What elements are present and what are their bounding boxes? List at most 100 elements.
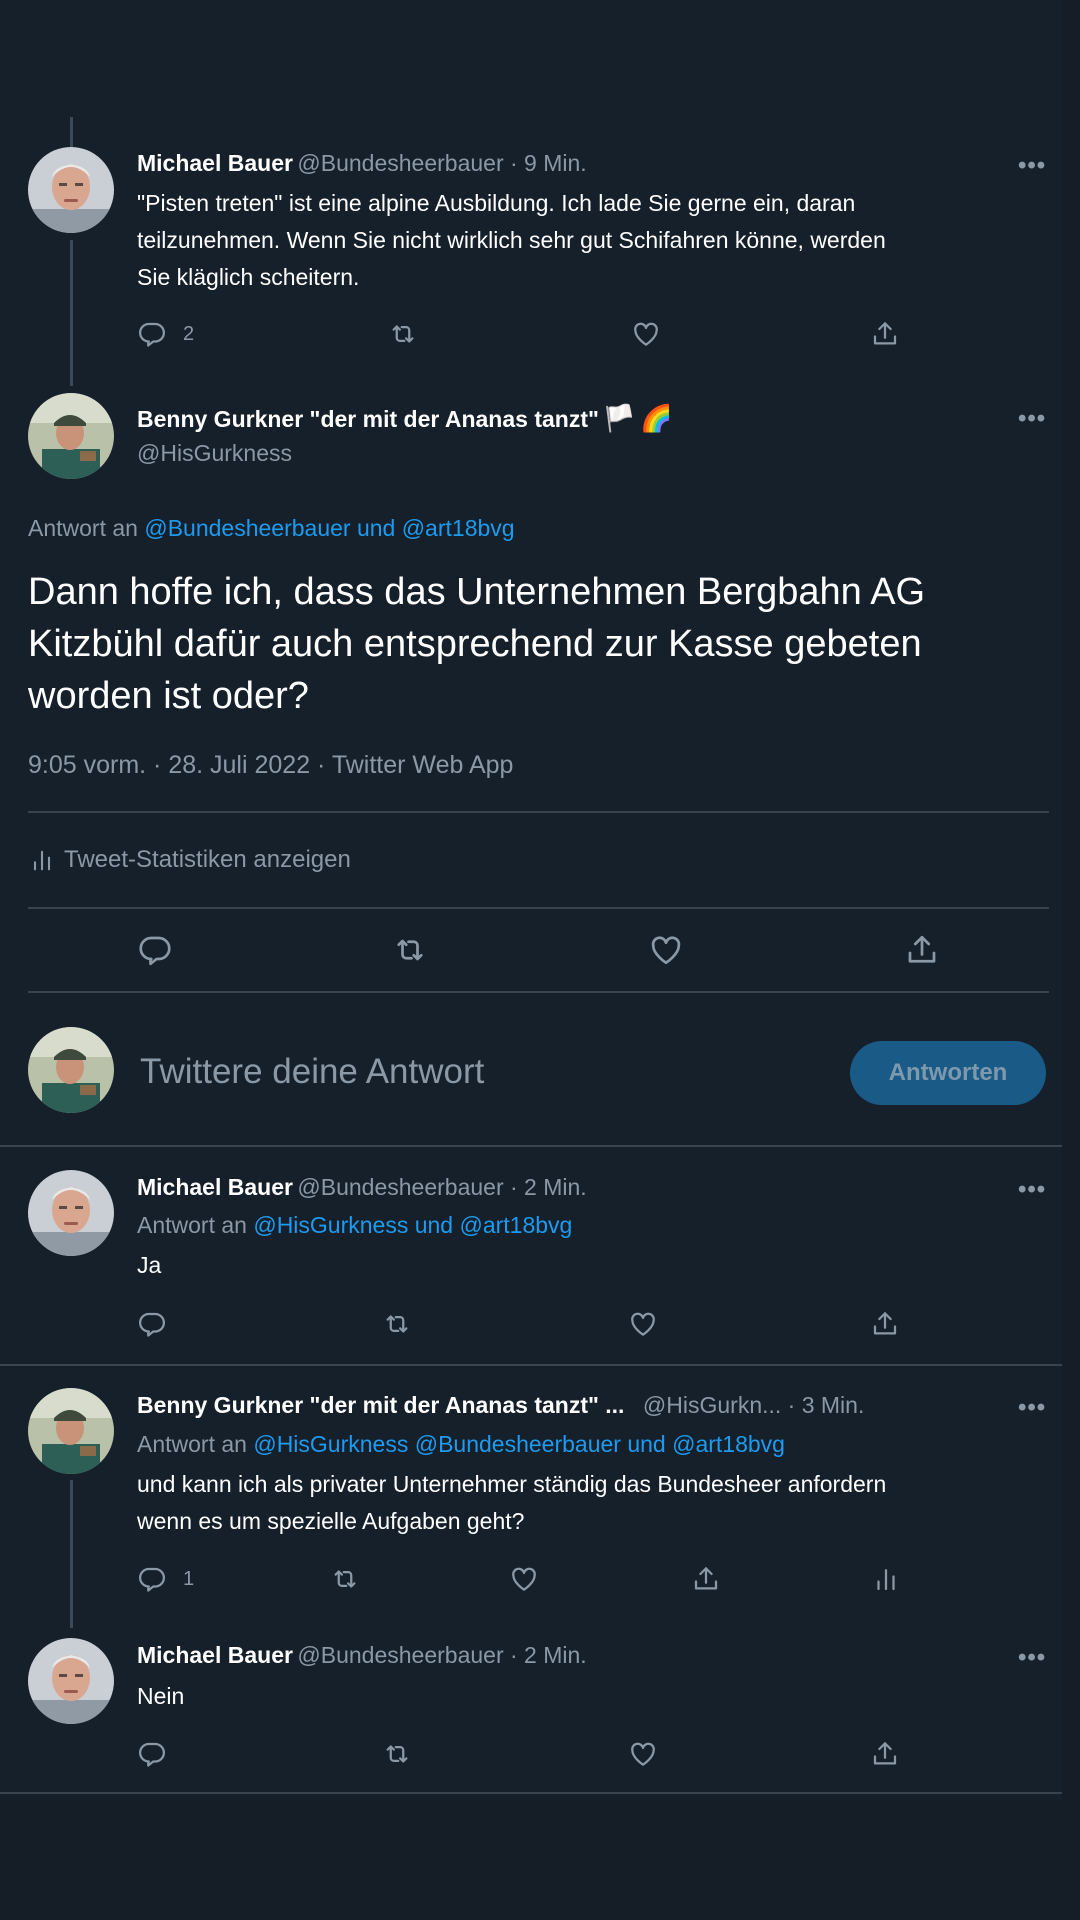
reply-to-users[interactable]: @HisGurkness und @art18bvg bbox=[253, 1212, 572, 1238]
main-tweet-text: Dann hoffe ich, dass das Unternehmen Ber… bbox=[28, 566, 1038, 722]
retweet-button[interactable] bbox=[382, 1309, 412, 1339]
reply-button[interactable]: 1 bbox=[137, 1564, 194, 1594]
more-icon[interactable]: ••• bbox=[1018, 1644, 1046, 1672]
flag-icon: 🏳️ bbox=[603, 403, 636, 433]
heart-icon bbox=[631, 319, 661, 349]
avatar-image bbox=[28, 1027, 114, 1113]
like-button[interactable] bbox=[509, 1564, 539, 1594]
retweet-button[interactable] bbox=[388, 319, 418, 349]
reply-context: Antwort an @HisGurkness @Bundesheerbauer… bbox=[137, 1431, 785, 1458]
author-meta[interactable]: @Bundesheerbauer · 9 Min. bbox=[297, 150, 586, 176]
reply-button[interactable]: 2 bbox=[137, 319, 194, 349]
avatar[interactable] bbox=[28, 393, 114, 479]
retweet-button[interactable] bbox=[392, 932, 428, 968]
retweet-button[interactable] bbox=[330, 1564, 360, 1594]
reply-to-label: Antwort an bbox=[137, 1212, 247, 1238]
avatar[interactable] bbox=[28, 147, 114, 233]
more-icon[interactable]: ••• bbox=[1018, 1394, 1046, 1422]
tweet-header: Michael Bauer @Bundesheerbauer · 9 Min. bbox=[137, 150, 587, 177]
tweet-text-line: Dann hoffe ich, dass das Unternehmen Ber… bbox=[28, 571, 926, 613]
main-tweet-header: Benny Gurkner "der mit der Ananas tanzt"… bbox=[137, 403, 673, 434]
reply-icon bbox=[137, 932, 173, 968]
author-meta[interactable]: @Bundesheerbauer · 2 Min. bbox=[297, 1642, 586, 1668]
author-name[interactable]: Michael Bauer bbox=[137, 1642, 293, 1668]
divider bbox=[28, 991, 1049, 993]
avatar[interactable] bbox=[28, 1388, 114, 1474]
divider bbox=[28, 811, 1049, 813]
more-icon[interactable]: ••• bbox=[1018, 1176, 1046, 1204]
share-button[interactable] bbox=[870, 319, 900, 349]
heart-icon bbox=[628, 1309, 658, 1339]
reply-button[interactable] bbox=[137, 1309, 167, 1339]
reply-context: Antwort an @HisGurkness und @art18bvg bbox=[137, 1212, 572, 1239]
reply-to-users[interactable]: @HisGurkness @Bundesheerbauer und @art18… bbox=[253, 1431, 785, 1457]
like-button[interactable] bbox=[631, 319, 661, 349]
share-icon bbox=[870, 1739, 900, 1769]
author-name[interactable]: Benny Gurkner "der mit der Ananas tanzt"… bbox=[137, 1392, 624, 1418]
reply-to-label: Antwort an bbox=[137, 1431, 247, 1457]
retweet-button[interactable] bbox=[382, 1739, 412, 1769]
tweet-text-line: und kann ich als privater Unternehmer st… bbox=[137, 1471, 887, 1497]
reply-context: Antwort an @Bundesheerbauer und @art18bv… bbox=[28, 515, 515, 542]
heart-icon bbox=[509, 1564, 539, 1594]
tweet-text: Nein bbox=[137, 1683, 185, 1709]
tweet-stats-link[interactable]: Tweet-Statistiken anzeigen bbox=[28, 846, 351, 874]
reply-to-users[interactable]: @Bundesheerbauer und @art18bvg bbox=[144, 515, 514, 541]
tweet-timestamp[interactable]: 9:05 vorm. · 28. Juli 2022 · Twitter Web… bbox=[28, 751, 513, 780]
author-meta[interactable]: @HisGurkn... · 3 Min. bbox=[643, 1392, 864, 1418]
tweet-header: Benny Gurkner "der mit der Ananas tanzt"… bbox=[137, 1392, 864, 1419]
author-name[interactable]: Michael Bauer bbox=[137, 1174, 293, 1200]
retweet-icon bbox=[382, 1739, 412, 1769]
heart-icon bbox=[628, 1739, 658, 1769]
heart-icon bbox=[648, 932, 684, 968]
divider bbox=[0, 1145, 1062, 1147]
stats-icon bbox=[871, 1564, 901, 1594]
reply-to-label: Antwort an bbox=[28, 515, 138, 541]
reply-count: 1 bbox=[183, 1567, 195, 1590]
more-icon[interactable]: ••• bbox=[1018, 152, 1046, 180]
author-handle[interactable]: @HisGurkness bbox=[137, 440, 292, 467]
share-icon bbox=[904, 932, 940, 968]
thread-line bbox=[70, 1480, 73, 1628]
avatar[interactable] bbox=[28, 1027, 114, 1113]
reply-input[interactable]: Twittere deine Antwort bbox=[140, 1052, 484, 1092]
share-button[interactable] bbox=[870, 1739, 900, 1769]
divider bbox=[28, 907, 1049, 909]
avatar-image bbox=[28, 1170, 114, 1256]
more-icon[interactable]: ••• bbox=[1018, 405, 1046, 433]
share-icon bbox=[870, 319, 900, 349]
conversation-card: Michael Bauer @Bundesheerbauer · 9 Min. … bbox=[0, 0, 1062, 1800]
share-button[interactable] bbox=[691, 1564, 721, 1594]
divider bbox=[0, 1792, 1062, 1794]
reply-icon bbox=[137, 1564, 167, 1594]
retweet-icon bbox=[382, 1309, 412, 1339]
reply-icon bbox=[137, 1739, 167, 1769]
thread-line bbox=[70, 240, 73, 386]
divider bbox=[0, 1364, 1062, 1366]
rainbow-icon: 🌈 bbox=[640, 403, 673, 433]
tweet-text: "Pisten treten" ist eine alpine Ausbildu… bbox=[137, 185, 1037, 296]
reply-icon bbox=[137, 319, 167, 349]
author-name[interactable]: Benny Gurkner "der mit der Ananas tanzt" bbox=[137, 406, 599, 432]
like-button[interactable] bbox=[628, 1309, 658, 1339]
tweet-text-line: worden ist oder? bbox=[28, 675, 309, 717]
retweet-icon bbox=[388, 319, 418, 349]
like-button[interactable] bbox=[648, 932, 684, 968]
reply-count: 2 bbox=[183, 322, 195, 345]
avatar[interactable] bbox=[28, 1170, 114, 1256]
author-meta[interactable]: @Bundesheerbauer · 2 Min. bbox=[297, 1174, 586, 1200]
author-name[interactable]: Michael Bauer bbox=[137, 150, 293, 176]
tweet-text-line: teilzunehmen. Wenn Sie nicht wirklich se… bbox=[137, 227, 886, 253]
avatar-image bbox=[28, 147, 114, 233]
share-button[interactable] bbox=[904, 932, 940, 968]
reply-button[interactable] bbox=[137, 932, 173, 968]
reply-submit-button[interactable]: Antworten bbox=[850, 1041, 1046, 1105]
reply-button[interactable] bbox=[137, 1739, 167, 1769]
tweet-stats-button[interactable] bbox=[871, 1564, 901, 1594]
share-button[interactable] bbox=[870, 1309, 900, 1339]
reply-icon bbox=[137, 1309, 167, 1339]
retweet-icon bbox=[392, 932, 428, 968]
avatar-image bbox=[28, 393, 114, 479]
avatar[interactable] bbox=[28, 1638, 114, 1724]
like-button[interactable] bbox=[628, 1739, 658, 1769]
